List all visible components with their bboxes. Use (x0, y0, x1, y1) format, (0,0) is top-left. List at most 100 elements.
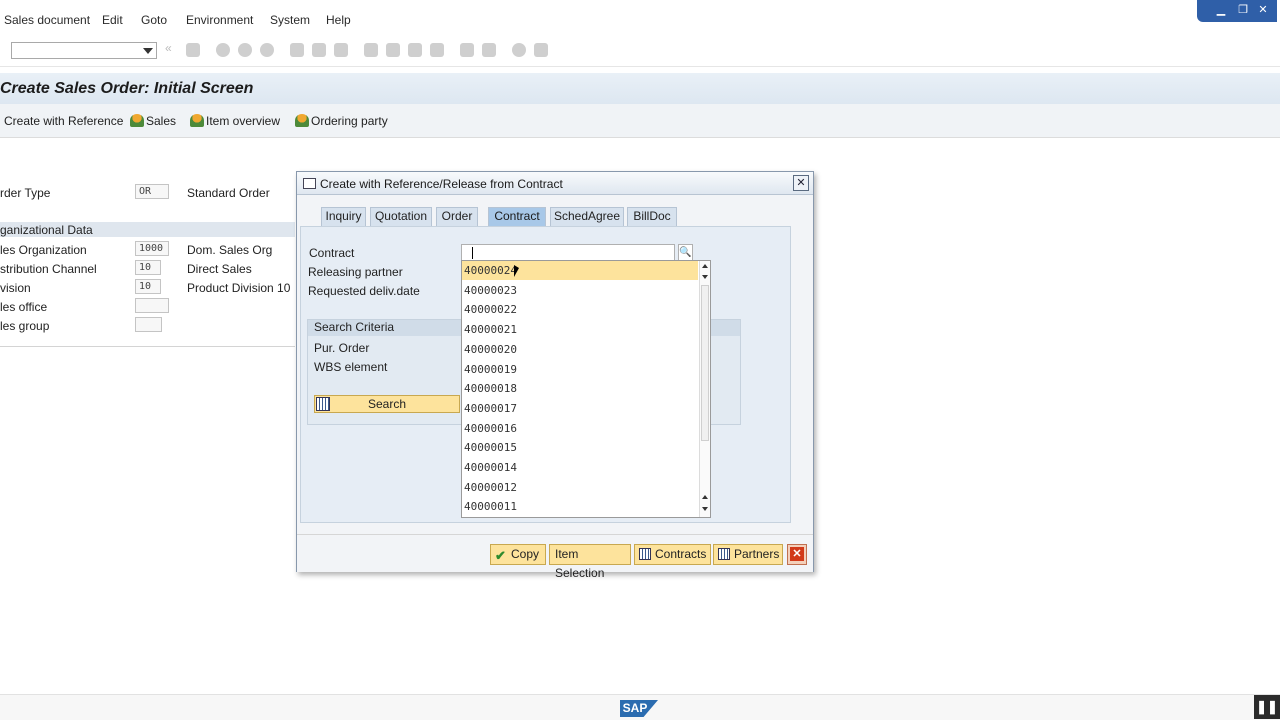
tab-contract[interactable]: Contract (488, 207, 546, 226)
list-item[interactable]: 40000017 (462, 399, 698, 418)
page-title: Create Sales Order: Initial Screen (0, 80, 254, 97)
tab-order[interactable]: Order (436, 207, 478, 226)
releasing-partner-label: Releasing partner (308, 265, 403, 279)
search-grid-icon (316, 397, 330, 411)
search-criteria-label: Search Criteria (314, 320, 395, 334)
close-icon: ✕ (790, 547, 804, 561)
menu-system[interactable]: System (270, 13, 310, 27)
item-overview-label: Item overview (206, 114, 281, 128)
search-button[interactable]: Search (314, 395, 460, 413)
tab-billdoc[interactable]: BillDoc (627, 207, 677, 226)
next-page-icon[interactable] (408, 43, 422, 57)
status-bar: SAP ❚❚ (0, 694, 1280, 720)
dialog-title-bar: Create with Reference/Release from Contr… (297, 172, 813, 195)
list-item[interactable]: 40000015 (462, 438, 698, 457)
minimize-icon[interactable]: ▁ (1213, 3, 1229, 17)
dist-channel-desc: Direct Sales (187, 262, 252, 276)
contract-input[interactable] (461, 244, 675, 261)
menu-edit[interactable]: Edit (102, 13, 123, 27)
ordering-party-label: Ordering party (311, 114, 388, 128)
search-help-icon[interactable]: 🔍 (678, 244, 693, 261)
list-item[interactable]: 40000012 (462, 478, 698, 497)
person-icon (190, 114, 204, 127)
copy-button[interactable]: ✔ Copy (490, 544, 546, 565)
list-item[interactable]: 40000019 (462, 360, 698, 379)
dialog-footer: ✔ Copy Item Selection Contracts Partners … (297, 534, 813, 580)
previous-page-icon[interactable] (386, 43, 400, 57)
search-button-label: Search (367, 397, 407, 411)
list-item[interactable]: 40000020 (462, 340, 698, 359)
dialog-window-icon (303, 178, 316, 189)
shortcut-icon[interactable] (482, 43, 496, 57)
org-data-header: ganizational Data (0, 222, 295, 237)
sales-button[interactable]: Sales (130, 114, 176, 128)
save-icon[interactable] (186, 43, 200, 57)
contract-dropdown-list: 40000024 40000023 40000022 40000021 4000… (461, 260, 711, 518)
command-field[interactable] (11, 42, 157, 59)
sales-office-field[interactable] (135, 298, 169, 313)
sap-logo: SAP (620, 700, 658, 717)
person-icon (130, 114, 144, 127)
last-page-icon[interactable] (430, 43, 444, 57)
grid-icon (718, 548, 730, 560)
dist-channel-field[interactable]: 10 (135, 260, 161, 275)
help-icon[interactable] (512, 43, 526, 57)
pur-order-label: Pur. Order (314, 341, 370, 355)
exit-icon[interactable] (238, 43, 252, 57)
tab-schedagree[interactable]: SchedAgree (550, 207, 624, 226)
menu-goto[interactable]: Goto (141, 13, 167, 27)
check-icon: ✔ (495, 548, 506, 563)
back-icon[interactable] (216, 43, 230, 57)
new-session-icon[interactable] (460, 43, 474, 57)
scroll-up-icon[interactable] (702, 264, 708, 268)
layout-menu-icon[interactable] (534, 43, 548, 57)
close-icon[interactable]: ✕ (793, 175, 809, 191)
division-field[interactable]: 10 (135, 279, 161, 294)
create-with-reference-button[interactable]: Create with Reference (4, 114, 123, 128)
list-item[interactable]: 40000014 (462, 458, 698, 477)
list-item[interactable]: 40000022 (462, 300, 698, 319)
chevron-down-icon[interactable] (143, 48, 153, 54)
ordering-party-button[interactable]: Ordering party (295, 114, 388, 128)
grid-icon (639, 548, 651, 560)
menu-environment[interactable]: Environment (186, 13, 253, 27)
find-icon[interactable] (312, 43, 326, 57)
list-item[interactable]: 40000023 (462, 281, 698, 300)
divider (0, 346, 295, 347)
order-type-label: rder Type (0, 186, 51, 200)
sales-org-label: les Organization (0, 243, 87, 257)
scroll-down-icon[interactable] (702, 507, 708, 511)
menu-bar: Sales document Edit Goto Environment Sys… (0, 0, 1280, 40)
pause-icon[interactable]: ❚❚ (1254, 695, 1280, 719)
list-item[interactable]: 40000024 (462, 261, 698, 280)
close-window-icon[interactable]: ✕ (1255, 3, 1271, 17)
cancel-button[interactable]: ✕ (787, 544, 807, 565)
list-item[interactable]: 40000018 (462, 379, 698, 398)
menu-help[interactable]: Help (326, 13, 351, 27)
scroll-down-icon[interactable] (702, 275, 708, 279)
contracts-button[interactable]: Contracts (634, 544, 711, 565)
sales-org-desc: Dom. Sales Org (187, 243, 273, 257)
menu-sales-document[interactable]: Sales document (4, 13, 90, 27)
partners-button[interactable]: Partners (713, 544, 783, 565)
sales-org-field[interactable]: 1000 (135, 241, 169, 256)
sales-group-field[interactable] (135, 317, 162, 332)
item-overview-button[interactable]: Item overview (190, 114, 280, 128)
tab-quotation[interactable]: Quotation (370, 207, 432, 226)
order-type-field[interactable]: OR (135, 184, 169, 199)
scrollbar-thumb[interactable] (701, 285, 709, 441)
list-item[interactable]: 40000021 (462, 320, 698, 339)
tab-inquiry[interactable]: Inquiry (321, 207, 366, 226)
sales-office-label: les office (0, 300, 48, 314)
scroll-up-icon[interactable] (702, 495, 708, 499)
cancel-icon[interactable] (260, 43, 274, 57)
text-cursor (472, 247, 473, 259)
restore-icon[interactable]: ❐ (1235, 3, 1251, 17)
print-icon[interactable] (290, 43, 304, 57)
item-selection-button[interactable]: Item Selection (549, 544, 631, 580)
list-item[interactable]: 40000011 (462, 497, 698, 516)
first-page-icon[interactable] (364, 43, 378, 57)
find-next-icon[interactable] (334, 43, 348, 57)
dropdown-scrollbar[interactable] (699, 261, 710, 517)
list-item[interactable]: 40000016 (462, 419, 698, 438)
